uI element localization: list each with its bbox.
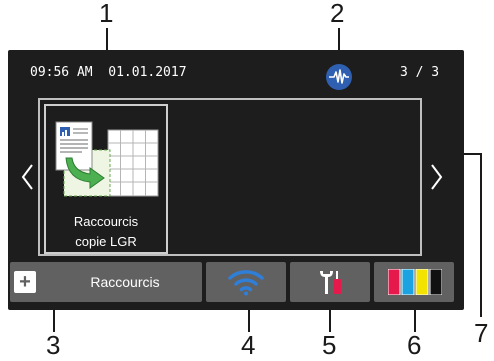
- callout-1: 1: [99, 0, 114, 28]
- copy-shortcut-icon: [54, 120, 164, 202]
- ink-cartridge-cyan: [401, 268, 415, 296]
- callout-2: 2: [330, 0, 345, 28]
- shortcut-tile-label: Raccourcis copie LGR: [44, 212, 168, 252]
- shortcut-tile-label-line1: Raccourcis: [73, 214, 139, 229]
- date-time: 09:56 AM 01.01.2017: [30, 65, 187, 80]
- network-status-icon: [326, 64, 352, 90]
- callout-7: 7: [474, 318, 489, 348]
- ink-cartridge-yellow: [415, 268, 429, 296]
- ink-cartridge-magenta: [387, 268, 401, 296]
- wifi-icon: [228, 268, 264, 301]
- callout-5: 5: [322, 330, 337, 360]
- shortcuts-button-label: Raccourcis: [90, 274, 160, 290]
- callout-3: 3: [46, 330, 61, 360]
- callout-6: 6: [407, 330, 422, 360]
- page-indicator: 3 / 3: [400, 65, 440, 80]
- settings-tools-icon: [318, 268, 344, 301]
- chevron-left-icon[interactable]: [20, 163, 34, 196]
- plus-icon: +: [14, 271, 36, 293]
- chevron-right-icon[interactable]: [430, 163, 444, 196]
- shortcut-tile-label-line2: copie LGR: [75, 234, 137, 249]
- ink-cartridge-black: [429, 268, 443, 296]
- callout-7-line-v: [480, 153, 482, 317]
- callout-4: 4: [241, 330, 256, 360]
- ink-cartridges-icon: [387, 268, 443, 300]
